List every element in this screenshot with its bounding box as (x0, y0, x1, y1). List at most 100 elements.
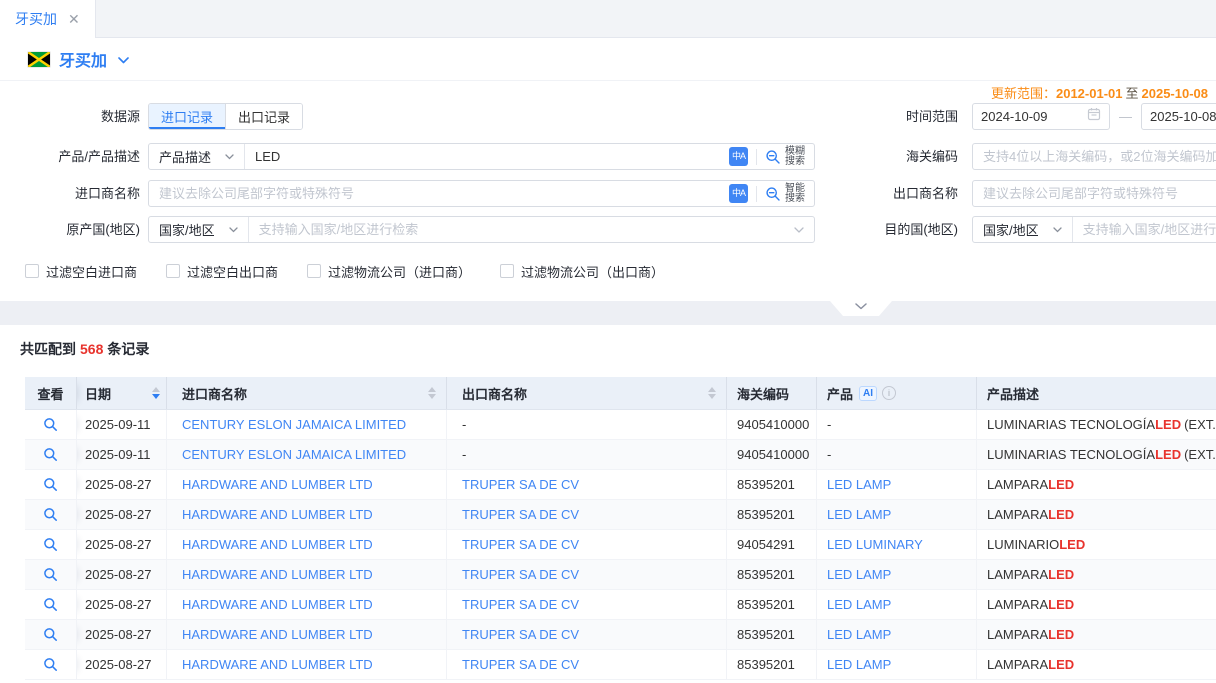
checkbox-filter-blank-importer[interactable]: 过滤空白进口商 (25, 262, 137, 281)
checkbox-icon[interactable] (500, 264, 514, 278)
import-records-tab[interactable]: 进口记录 (149, 104, 225, 129)
start-date-picker[interactable] (972, 103, 1110, 130)
product-link[interactable]: LED LAMP (827, 657, 891, 672)
sort-asc-icon[interactable] (428, 387, 436, 392)
importer-link[interactable]: HARDWARE AND LUMBER LTD (182, 477, 373, 492)
chevron-down-icon[interactable] (118, 51, 129, 69)
product-link[interactable]: LED LAMP (827, 477, 891, 492)
tab-bar: 牙买加 ✕ (0, 0, 1216, 38)
close-icon[interactable]: ✕ (68, 12, 80, 26)
col-header-importer[interactable]: 进口商名称 (167, 377, 447, 409)
results-count: 568 (80, 341, 103, 357)
exporter-link[interactable]: TRUPER SA DE CV (462, 597, 579, 612)
importer-link[interactable]: HARDWARE AND LUMBER LTD (182, 657, 373, 672)
product-search-input[interactable] (245, 144, 729, 169)
view-search-icon[interactable] (43, 537, 58, 552)
view-search-icon[interactable] (43, 567, 58, 582)
end-date-picker[interactable] (1141, 103, 1216, 130)
importer-link[interactable]: CENTURY ESLON JAMAICA LIMITED (182, 417, 406, 432)
destination-type-select[interactable]: 国家/地区 (973, 217, 1073, 242)
exporter-link[interactable]: TRUPER SA DE CV (462, 477, 579, 492)
product-cell: - (817, 440, 977, 469)
table-row: 2025-08-27HARDWARE AND LUMBER LTDTRUPER … (25, 500, 1216, 530)
smart-search-button[interactable]: 智能搜索 (765, 184, 805, 204)
results-summary: 共匹配到568条记录 (20, 339, 149, 359)
checkbox-icon[interactable] (307, 264, 321, 278)
product-link[interactable]: LED LAMP (827, 507, 891, 522)
origin-type-select[interactable]: 国家/地区 (149, 217, 249, 242)
importer-link[interactable]: CENTURY ESLON JAMAICA LIMITED (182, 447, 406, 462)
checkbox-filter-blank-exporter[interactable]: 过滤空白出口商 (166, 262, 278, 281)
importer-cell: HARDWARE AND LUMBER LTD (167, 620, 447, 649)
product-link[interactable]: LED LUMINARY (827, 537, 923, 552)
product-cell: LED LAMP (817, 620, 977, 649)
view-search-icon[interactable] (43, 507, 58, 522)
checkbox-filter-logistics-importer[interactable]: 过滤物流公司（进口商） (307, 262, 471, 281)
col-header-date[interactable]: 日期 (77, 377, 167, 409)
chevron-down-icon[interactable] (794, 227, 814, 233)
importer-link[interactable]: HARDWARE AND LUMBER LTD (182, 627, 373, 642)
date-cell: 2025-08-27 (77, 620, 167, 649)
sort-asc-icon[interactable] (152, 387, 160, 392)
view-search-icon[interactable] (43, 597, 58, 612)
view-search-icon[interactable] (43, 657, 58, 672)
tab-jamaica[interactable]: 牙买加 ✕ (0, 0, 96, 38)
start-date-input[interactable] (981, 109, 1071, 124)
product-link[interactable]: LED LAMP (827, 567, 891, 582)
exporter-link[interactable]: TRUPER SA DE CV (462, 537, 579, 552)
update-range-start: 2012-01-01 (1056, 86, 1123, 101)
exporter-link[interactable]: TRUPER SA DE CV (462, 627, 579, 642)
table-row: 2025-08-27HARDWARE AND LUMBER LTDTRUPER … (25, 590, 1216, 620)
table-header: 查看 日期 进口商名称 出口商名称 海关编码 产品AIi 产品描述 (25, 377, 1216, 410)
checkbox-label: 过滤空白进口商 (46, 262, 137, 281)
product-field-select[interactable]: 产品描述 (149, 144, 245, 169)
destination-label: 目的国(地区) (830, 216, 958, 243)
time-range-label: 时间范围 (830, 103, 958, 130)
sort-desc-icon[interactable] (152, 394, 160, 399)
translate-icon[interactable]: 中A (729, 147, 748, 166)
exporter-link[interactable]: TRUPER SA DE CV (462, 567, 579, 582)
importer-link[interactable]: HARDWARE AND LUMBER LTD (182, 597, 373, 612)
checkbox-icon[interactable] (166, 264, 180, 278)
end-date-input[interactable] (1150, 109, 1216, 124)
exporter-search-input[interactable] (973, 181, 1216, 206)
checkbox-icon[interactable] (25, 264, 39, 278)
hs-code-cell: 85395201 (727, 620, 817, 649)
sort-desc-icon[interactable] (428, 394, 436, 399)
col-header-product: 产品AIi (817, 377, 977, 409)
importer-search-input[interactable] (149, 181, 729, 206)
info-icon[interactable]: i (882, 386, 896, 400)
date-cell: 2025-08-27 (77, 560, 167, 589)
checkbox-filter-logistics-exporter[interactable]: 过滤物流公司（出口商） (500, 262, 664, 281)
fuzzy-search-button[interactable]: 模糊搜索 (765, 147, 805, 167)
country-name[interactable]: 牙买加 (59, 47, 107, 71)
product-link[interactable]: LED LAMP (827, 597, 891, 612)
sort-desc-icon[interactable] (708, 394, 716, 399)
exporter-link[interactable]: TRUPER SA DE CV (462, 657, 579, 672)
destination-country-input[interactable] (1073, 217, 1216, 242)
view-search-icon[interactable] (43, 627, 58, 642)
exporter-cell: TRUPER SA DE CV (447, 530, 727, 559)
importer-cell: HARDWARE AND LUMBER LTD (167, 530, 447, 559)
export-records-tab[interactable]: 出口记录 (225, 104, 302, 129)
sort-asc-icon[interactable] (708, 387, 716, 392)
col-header-exporter[interactable]: 出口商名称 (447, 377, 727, 409)
results-panel: 共匹配到568条记录 查看 日期 进口商名称 出口商名称 海关编码 产品AIi … (0, 325, 1216, 683)
importer-link[interactable]: HARDWARE AND LUMBER LTD (182, 567, 373, 582)
date-range-separator: — (1119, 109, 1132, 124)
hs-code-input[interactable] (973, 144, 1216, 169)
exporter-link[interactable]: TRUPER SA DE CV (462, 507, 579, 522)
product-link[interactable]: LED LAMP (827, 627, 891, 642)
view-cell (25, 500, 77, 529)
translate-icon[interactable]: 中A (729, 184, 748, 203)
hs-code-cell: 85395201 (727, 470, 817, 499)
view-search-icon[interactable] (43, 447, 58, 462)
date-cell: 2025-08-27 (77, 470, 167, 499)
importer-link[interactable]: HARDWARE AND LUMBER LTD (182, 537, 373, 552)
origin-country-input[interactable] (249, 217, 794, 242)
ai-badge: AI (859, 386, 877, 401)
hs-code-cell: 85395201 (727, 500, 817, 529)
view-search-icon[interactable] (43, 477, 58, 492)
importer-link[interactable]: HARDWARE AND LUMBER LTD (182, 507, 373, 522)
view-search-icon[interactable] (43, 417, 58, 432)
